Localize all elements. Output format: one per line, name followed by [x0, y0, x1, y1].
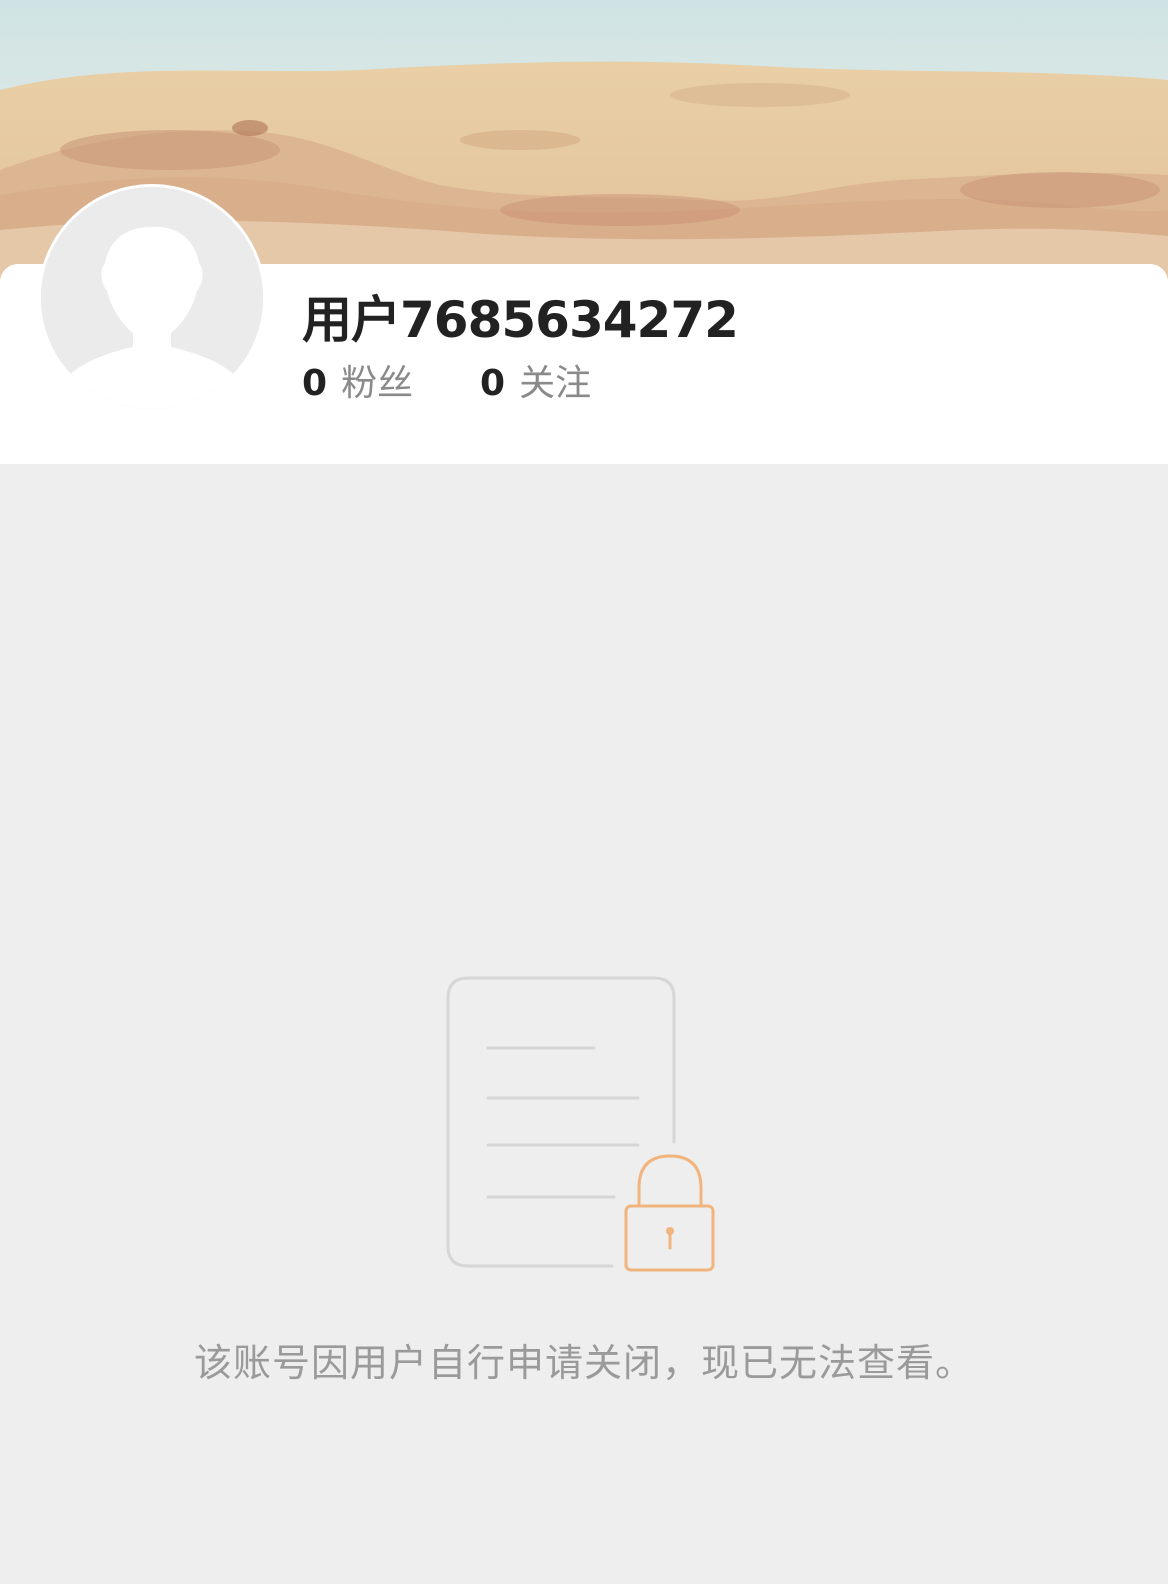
locked-document-icon [446, 976, 715, 1272]
default-user-avatar-icon [41, 187, 263, 409]
locked-document-illustration [440, 970, 730, 1280]
username: 用户7685634272 [302, 291, 739, 349]
fans-label: 粉丝 [341, 363, 414, 404]
fans-count: 0 [302, 363, 328, 404]
following-stat[interactable]: 0 关注 [480, 362, 591, 406]
avatar[interactable] [38, 184, 266, 412]
following-count: 0 [480, 363, 506, 404]
following-label: 关注 [519, 363, 592, 404]
account-closed-message: 该账号因用户自行申请关闭，现已无法查看。 [193, 1341, 974, 1385]
fans-stat[interactable]: 0 粉丝 [302, 362, 413, 406]
